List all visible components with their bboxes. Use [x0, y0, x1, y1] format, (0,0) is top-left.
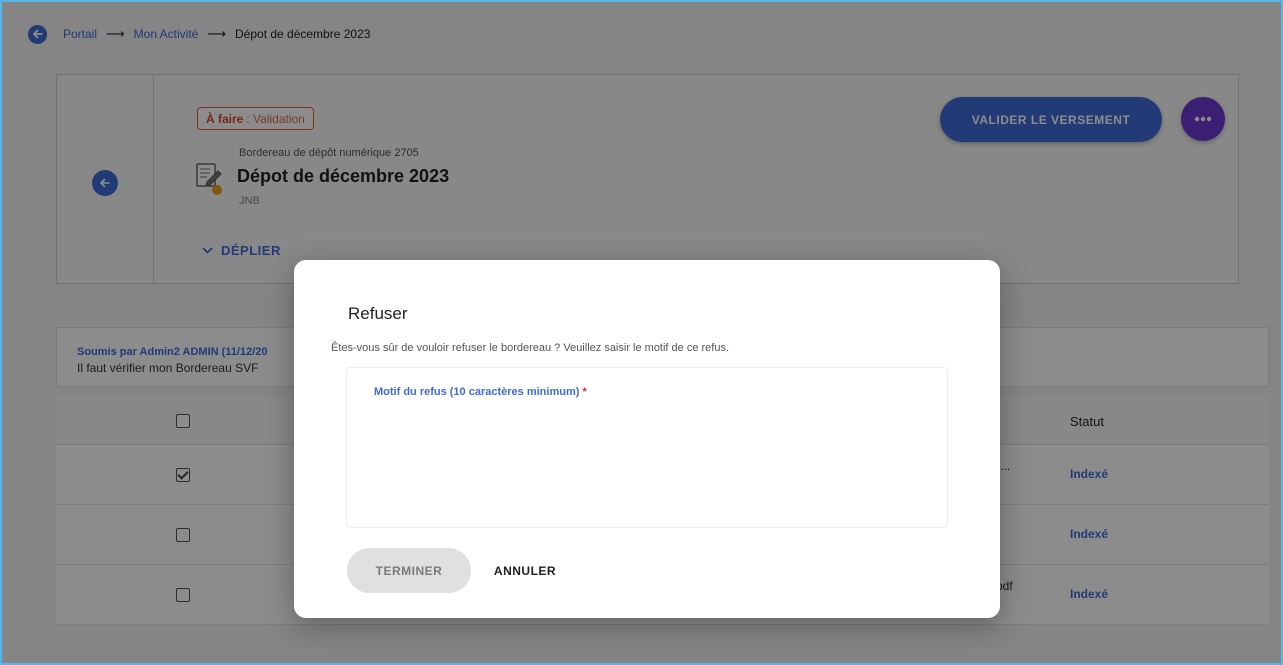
dialog-message: Êtes-vous sûr de vouloir refuser le bord…	[331, 342, 730, 354]
terminer-button[interactable]: TERMINER	[347, 548, 471, 593]
refuse-dialog: Refuser Êtes-vous sûr de vouloir refuser…	[294, 260, 1000, 618]
field-label-text: Motif du refus (10 caractères minimum)	[374, 386, 580, 398]
app-frame: Portail ⟶ Mon Activité ⟶ Dépot de décemb…	[0, 0, 1283, 665]
dialog-title: Refuser	[348, 304, 408, 323]
annuler-button[interactable]: ANNULER	[480, 548, 570, 593]
required-marker: *	[582, 386, 587, 398]
refusal-reason-label: Motif du refus (10 caractères minimum) *	[374, 386, 587, 398]
refusal-reason-field[interactable]: Motif du refus (10 caractères minimum) *	[346, 367, 948, 528]
refusal-reason-input[interactable]	[365, 408, 931, 513]
